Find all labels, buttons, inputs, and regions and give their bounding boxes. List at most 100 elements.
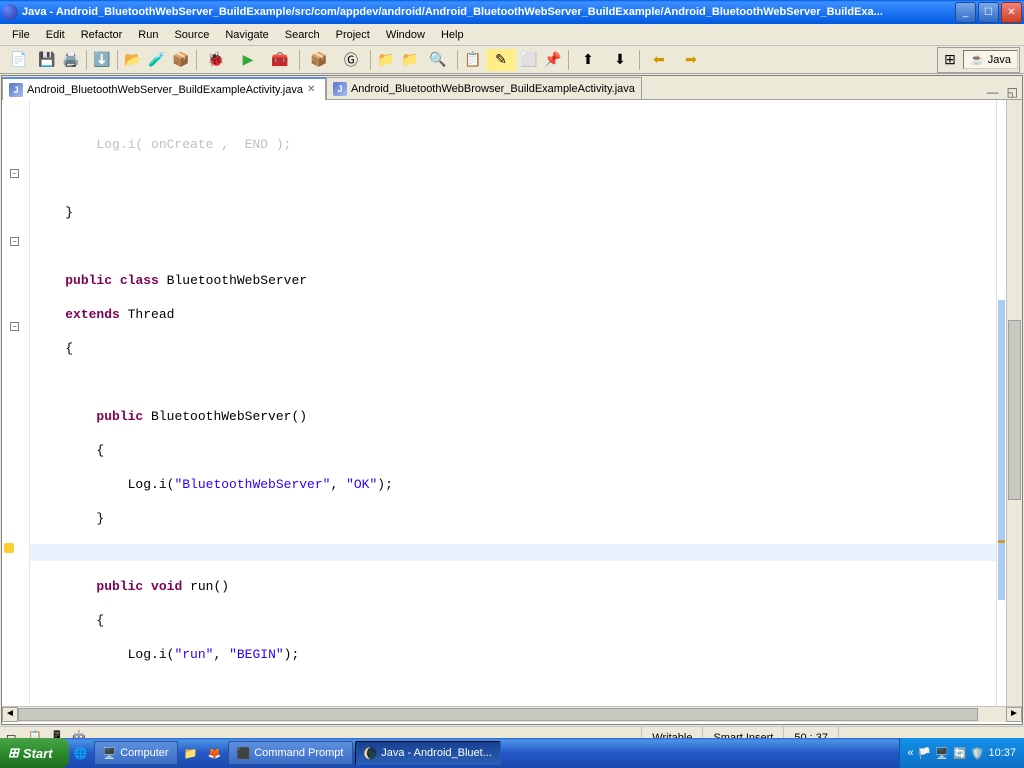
back-button[interactable]: ⬅	[644, 49, 674, 71]
tab-label: Android_BluetoothWebBrowser_BuildExample…	[351, 83, 635, 95]
sdk-manager-button[interactable]: ⬇️	[91, 49, 113, 71]
taskbar-item-computer[interactable]: 🖥️ Computer	[94, 741, 178, 765]
code-line: {	[34, 442, 996, 459]
java-file-icon: J	[333, 82, 347, 96]
minimize-view-button[interactable]: —	[983, 85, 1003, 99]
close-tab-icon[interactable]: ✕	[307, 84, 319, 96]
run-button[interactable]: ▶	[233, 49, 263, 71]
computer-icon: 🖥️	[103, 747, 117, 760]
title-bar: Java - Android_BluetoothWebServer_BuildE…	[0, 0, 1024, 24]
close-button[interactable]: ✕	[1001, 2, 1022, 23]
menu-file[interactable]: File	[4, 27, 38, 43]
code-line: Log.i("BluetoothWebServer", "OK");	[34, 476, 996, 493]
editor-area: J Android_BluetoothWebServer_BuildExampl…	[1, 75, 1023, 725]
code-line	[34, 170, 996, 187]
overview-ruler[interactable]	[996, 100, 1006, 706]
warning-marker-icon[interactable]	[4, 543, 14, 553]
editor-tab-inactive[interactable]: J Android_BluetoothWebBrowser_BuildExamp…	[326, 77, 642, 99]
menu-help[interactable]: Help	[433, 27, 472, 43]
editor-tab-row: J Android_BluetoothWebServer_BuildExampl…	[2, 76, 1022, 100]
menu-run[interactable]: Run	[130, 27, 166, 43]
fold-toggle[interactable]: −	[10, 322, 19, 331]
pin-button[interactable]: 📌	[542, 49, 564, 71]
menu-refactor[interactable]: Refactor	[73, 27, 131, 43]
code-line: }	[34, 204, 996, 221]
quicklaunch-firefox-icon[interactable]: 🦊	[204, 742, 226, 764]
new-class-button[interactable]: Ⓖ	[336, 49, 366, 71]
code-line: extends Thread	[34, 306, 996, 323]
code-line: Log.i("run", "BEGIN");	[34, 646, 996, 663]
overview-viewport	[998, 300, 1005, 600]
junit-button[interactable]: 🧪	[146, 49, 168, 71]
perspective-label: Java	[988, 54, 1011, 66]
eclipse-icon: 🌘	[364, 747, 378, 760]
scrollbar-thumb[interactable]	[18, 708, 978, 721]
quicklaunch-folder-icon[interactable]: 📁	[180, 742, 202, 764]
toggle-button[interactable]: ⬜	[518, 49, 540, 71]
scroll-left-button[interactable]: ◄	[2, 707, 18, 722]
tray-flag-icon[interactable]: 🏳️	[918, 747, 932, 760]
code-line	[34, 238, 996, 255]
open-task-button[interactable]: 📁	[399, 49, 421, 71]
taskbar-item-eclipse[interactable]: 🌘 Java - Android_Bluet...	[355, 741, 501, 765]
tray-network-icon[interactable]: 🖥️	[935, 747, 949, 760]
menu-window[interactable]: Window	[378, 27, 433, 43]
java-perspective-button[interactable]: ☕ Java	[963, 50, 1018, 69]
highlight-button[interactable]: ✎	[486, 49, 516, 71]
code-line: public class BluetoothWebServer	[34, 272, 996, 289]
code-line: }	[34, 510, 996, 527]
fold-toggle[interactable]: −	[10, 237, 19, 246]
java-perspective-icon: ☕	[970, 53, 984, 66]
code-editor[interactable]: − − − Log.i( onCreate , END ); } public …	[2, 100, 1022, 706]
prev-annotation-button[interactable]: ⬆	[573, 49, 603, 71]
system-tray[interactable]: « 🏳️ 🖥️ 🔄 🛡️ 10:37	[899, 738, 1024, 768]
new-button[interactable]: 📄	[4, 49, 34, 71]
horizontal-scrollbar[interactable]: ◄ ►	[2, 706, 1022, 722]
menu-bar: File Edit Refactor Run Source Navigate S…	[0, 24, 1024, 46]
window-title: Java - Android_BluetoothWebServer_BuildE…	[22, 6, 955, 18]
taskbar-item-label: Command Prompt	[254, 747, 343, 759]
maximize-view-button[interactable]: ◱	[1003, 85, 1022, 99]
menu-edit[interactable]: Edit	[38, 27, 73, 43]
menu-navigate[interactable]: Navigate	[217, 27, 276, 43]
tray-clock[interactable]: 10:37	[988, 747, 1016, 759]
forward-button[interactable]: ➡	[676, 49, 706, 71]
code-content[interactable]: Log.i( onCreate , END ); } public class …	[30, 100, 996, 706]
search-button[interactable]: 🔍	[423, 49, 453, 71]
start-button[interactable]: ⊞ Start	[0, 738, 69, 768]
editor-gutter[interactable]: − − −	[2, 100, 30, 706]
scrollbar-thumb[interactable]	[1008, 320, 1021, 500]
open-type-button[interactable]: 📂	[122, 49, 144, 71]
outline-button[interactable]: 📋	[462, 49, 484, 71]
scroll-right-button[interactable]: ►	[1006, 707, 1022, 722]
fold-toggle[interactable]: −	[10, 169, 19, 178]
tray-arrow-icon[interactable]: «	[908, 747, 914, 759]
open-button[interactable]: 📁	[375, 49, 397, 71]
next-annotation-button[interactable]: ⬇	[605, 49, 635, 71]
overview-warning-marker[interactable]	[998, 540, 1005, 543]
open-perspective-button[interactable]: ⊞	[939, 49, 961, 71]
menu-search[interactable]: Search	[277, 27, 328, 43]
code-line: public BluetoothWebServer()	[34, 408, 996, 425]
new-package-button[interactable]: 📦	[304, 49, 334, 71]
code-line	[34, 374, 996, 391]
save-all-button[interactable]: 🖨️	[60, 49, 82, 71]
taskbar-item-cmd[interactable]: ⬛ Command Prompt	[228, 741, 353, 765]
vertical-scrollbar[interactable]	[1006, 100, 1022, 706]
eclipse-icon	[2, 4, 18, 20]
menu-project[interactable]: Project	[328, 27, 378, 43]
tray-shield-icon[interactable]: 🛡️	[971, 747, 985, 760]
code-line: Log.i( onCreate , END );	[34, 136, 996, 153]
tray-update-icon[interactable]: 🔄	[953, 747, 967, 760]
build-button[interactable]: 📦	[170, 49, 192, 71]
maximize-button[interactable]: ☐	[978, 2, 999, 23]
editor-tab-active[interactable]: J Android_BluetoothWebServer_BuildExampl…	[2, 77, 326, 100]
debug-button[interactable]: 🐞	[201, 49, 231, 71]
external-tools-button[interactable]: 🧰	[265, 49, 295, 71]
save-button[interactable]: 💾	[36, 49, 58, 71]
java-file-icon: J	[9, 83, 23, 97]
menu-source[interactable]: Source	[166, 27, 217, 43]
quicklaunch-ie-icon[interactable]: 🌐	[70, 742, 92, 764]
minimize-button[interactable]: _	[955, 2, 976, 23]
code-line	[34, 680, 996, 697]
